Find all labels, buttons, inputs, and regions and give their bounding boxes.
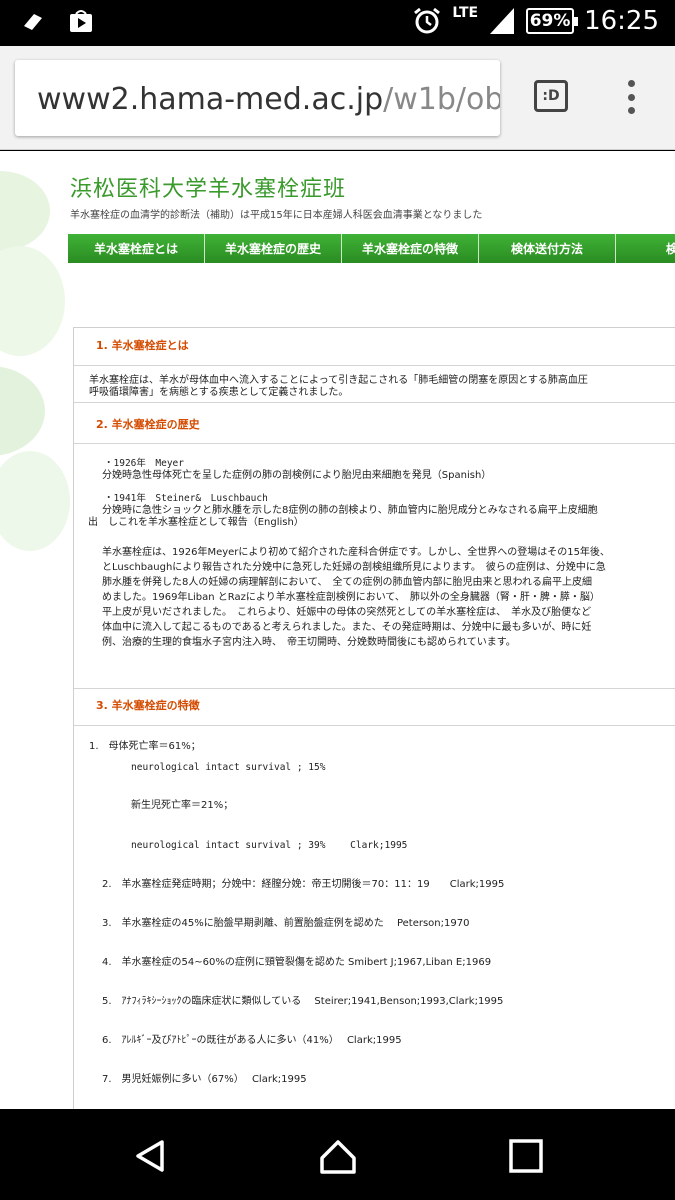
history-paragraph-line: とLuschbaughにより報告された分娩中に急死した妊婦の剖検組織所見によりま… [102,562,606,573]
site-title: 浜松医科大学羊水塞栓症班 [70,177,347,202]
back-icon[interactable] [130,1136,170,1176]
alarm-icon [414,7,441,34]
feature-subitem: neurological intact survival ; 39% Clark… [131,840,408,851]
feature-subitem: 新生児死亡率＝21%； [131,800,234,811]
nav-item-features[interactable]: 羊水塞栓症の特徴 [342,234,479,263]
signal-icon [490,8,515,34]
site-subtitle: 羊水塞栓症の血清学的診断法（補助）は平成15年に日本産婦人科医会血清事業となりま… [70,210,483,221]
nav-item-specimen-shipping[interactable]: 検体送付方法 [479,234,616,263]
nav-item-lab[interactable]: 検査室 [616,234,675,263]
section-1-heading: 1. 羊水塞栓症とは [74,328,675,366]
lte-label: LTE [452,5,479,21]
clock: 16:25 [584,6,659,36]
history-entry-year: ・1941年 Steiner& Luschbauch [104,493,268,504]
feature-item: 6. ｱﾚﾙｷﾞｰ及びｱﾄﾋﾟｰの既往がある人に多い（41%） Clark;19… [102,1035,402,1046]
feature-item: 2. 羊水塞栓症発症時期；分娩中：経膣分娩：帝王切開後＝70：11：19 Cla… [102,879,505,890]
section-1-line: 呼吸循環障害」を病態とする疾患として定義されました。 [89,387,349,398]
history-entry-text: 出 しこれを羊水塞栓症として報告（English） [88,517,304,528]
history-paragraph-line: 体血中に流入して起こるものであると考えられました。また、その発症時期は、分娩中に… [102,622,592,633]
nav-item-history[interactable]: 羊水塞栓症の歴史 [205,234,342,263]
history-entry-year: ・1926年 Meyer [104,458,184,469]
history-entry-text: 分娩時急性母体死亡を呈した症例の肺の剖検例により胎児由来細胞を発見（Spanis… [102,470,492,481]
feature-item: 3. 羊水塞栓症の45%に胎盤早期剥離、前置胎盤症例を認めた Peterson;… [102,918,470,929]
history-paragraph-line: 平上皮が見いだされました。 これらより、妊娠中の母体の突然死としての羊水塞栓症は… [102,607,592,618]
history-paragraph-line: めました。1969年Liban とRazにより羊水塞栓症剖検例において、 肺以外… [102,592,600,603]
feature-item: 4. 羊水塞栓症の54~60%の症例に頸管裂傷を認めた Smibert J;19… [102,957,492,968]
nav-item-overview[interactable]: 羊水塞栓症とは [68,234,205,263]
home-icon[interactable] [318,1136,358,1176]
status-bar: LTE 69% 16:25 [0,0,675,46]
section-2-heading: 2. 羊水塞栓症の歴史 [74,402,675,444]
history-paragraph-line: 例、治療的生理的食塩水子宮内注入時、 帝王切開時、分娩数時間後にも認められていま… [102,637,516,648]
url-bar[interactable]: www2.hama-med.ac.jp/w1b/obgy [15,60,500,136]
system-nav-bar [0,1110,675,1200]
battery-indicator: 69% [526,8,579,34]
screenshot-icon [24,14,42,30]
leaf-background-decoration [0,171,70,551]
feature-item: 7. 男児妊娠例に多い（67%） Clark;1995 [102,1074,307,1085]
section-1-line: 羊水塞栓症は、羊水が母体血中へ流入することによって引き起こされる「肺毛細管の閉塞… [89,375,588,386]
site-nav: 羊水塞栓症とは 羊水塞栓症の歴史 羊水塞栓症の特徴 検体送付方法 検査室 [68,234,675,263]
history-paragraph-line: 羊水塞栓症は、1926年Meyerにより初めて紹介された産科合併症です。しかし、… [102,547,610,558]
browser-toolbar: www2.hama-med.ac.jp/w1b/obgy :D [0,46,675,150]
url-host: www2.hama-med.ac.jp [37,82,384,117]
recent-apps-icon[interactable] [506,1136,546,1176]
history-paragraph-line: 肺水腫を併発した8人の妊婦の病理解剖において、 全ての症例の肺血管内部に胎児由来… [102,577,593,588]
url-path: /w1b/obgy [383,82,500,117]
history-entry-text: 分娩時に急性ショックと肺水腫を示した8症例の肺の剖検より、肺血管内に胎児成分とみ… [102,505,598,516]
feature-item: 1. 母体死亡率＝61%； [89,741,201,752]
overflow-menu-icon[interactable] [624,80,638,114]
web-page: 浜松医科大学羊水塞栓症班 羊水塞栓症の血清学的診断法（補助）は平成15年に日本産… [0,151,675,1109]
section-3-heading: 3. 羊水塞栓症の特徴 [74,688,675,726]
content-panel: 1. 羊水塞栓症とは 羊水塞栓症は、羊水が母体血中へ流入することによって引き起こ… [73,327,675,1109]
feature-subitem: neurological intact survival ; 15% [131,762,326,773]
tab-switcher-button[interactable]: :D [534,80,568,112]
feature-item: 5. ｱﾅﾌｨﾗｷｼｰｼｮｯｸの臨床症状に類似している Steirer;1941… [102,996,504,1007]
play-store-icon [70,10,92,32]
